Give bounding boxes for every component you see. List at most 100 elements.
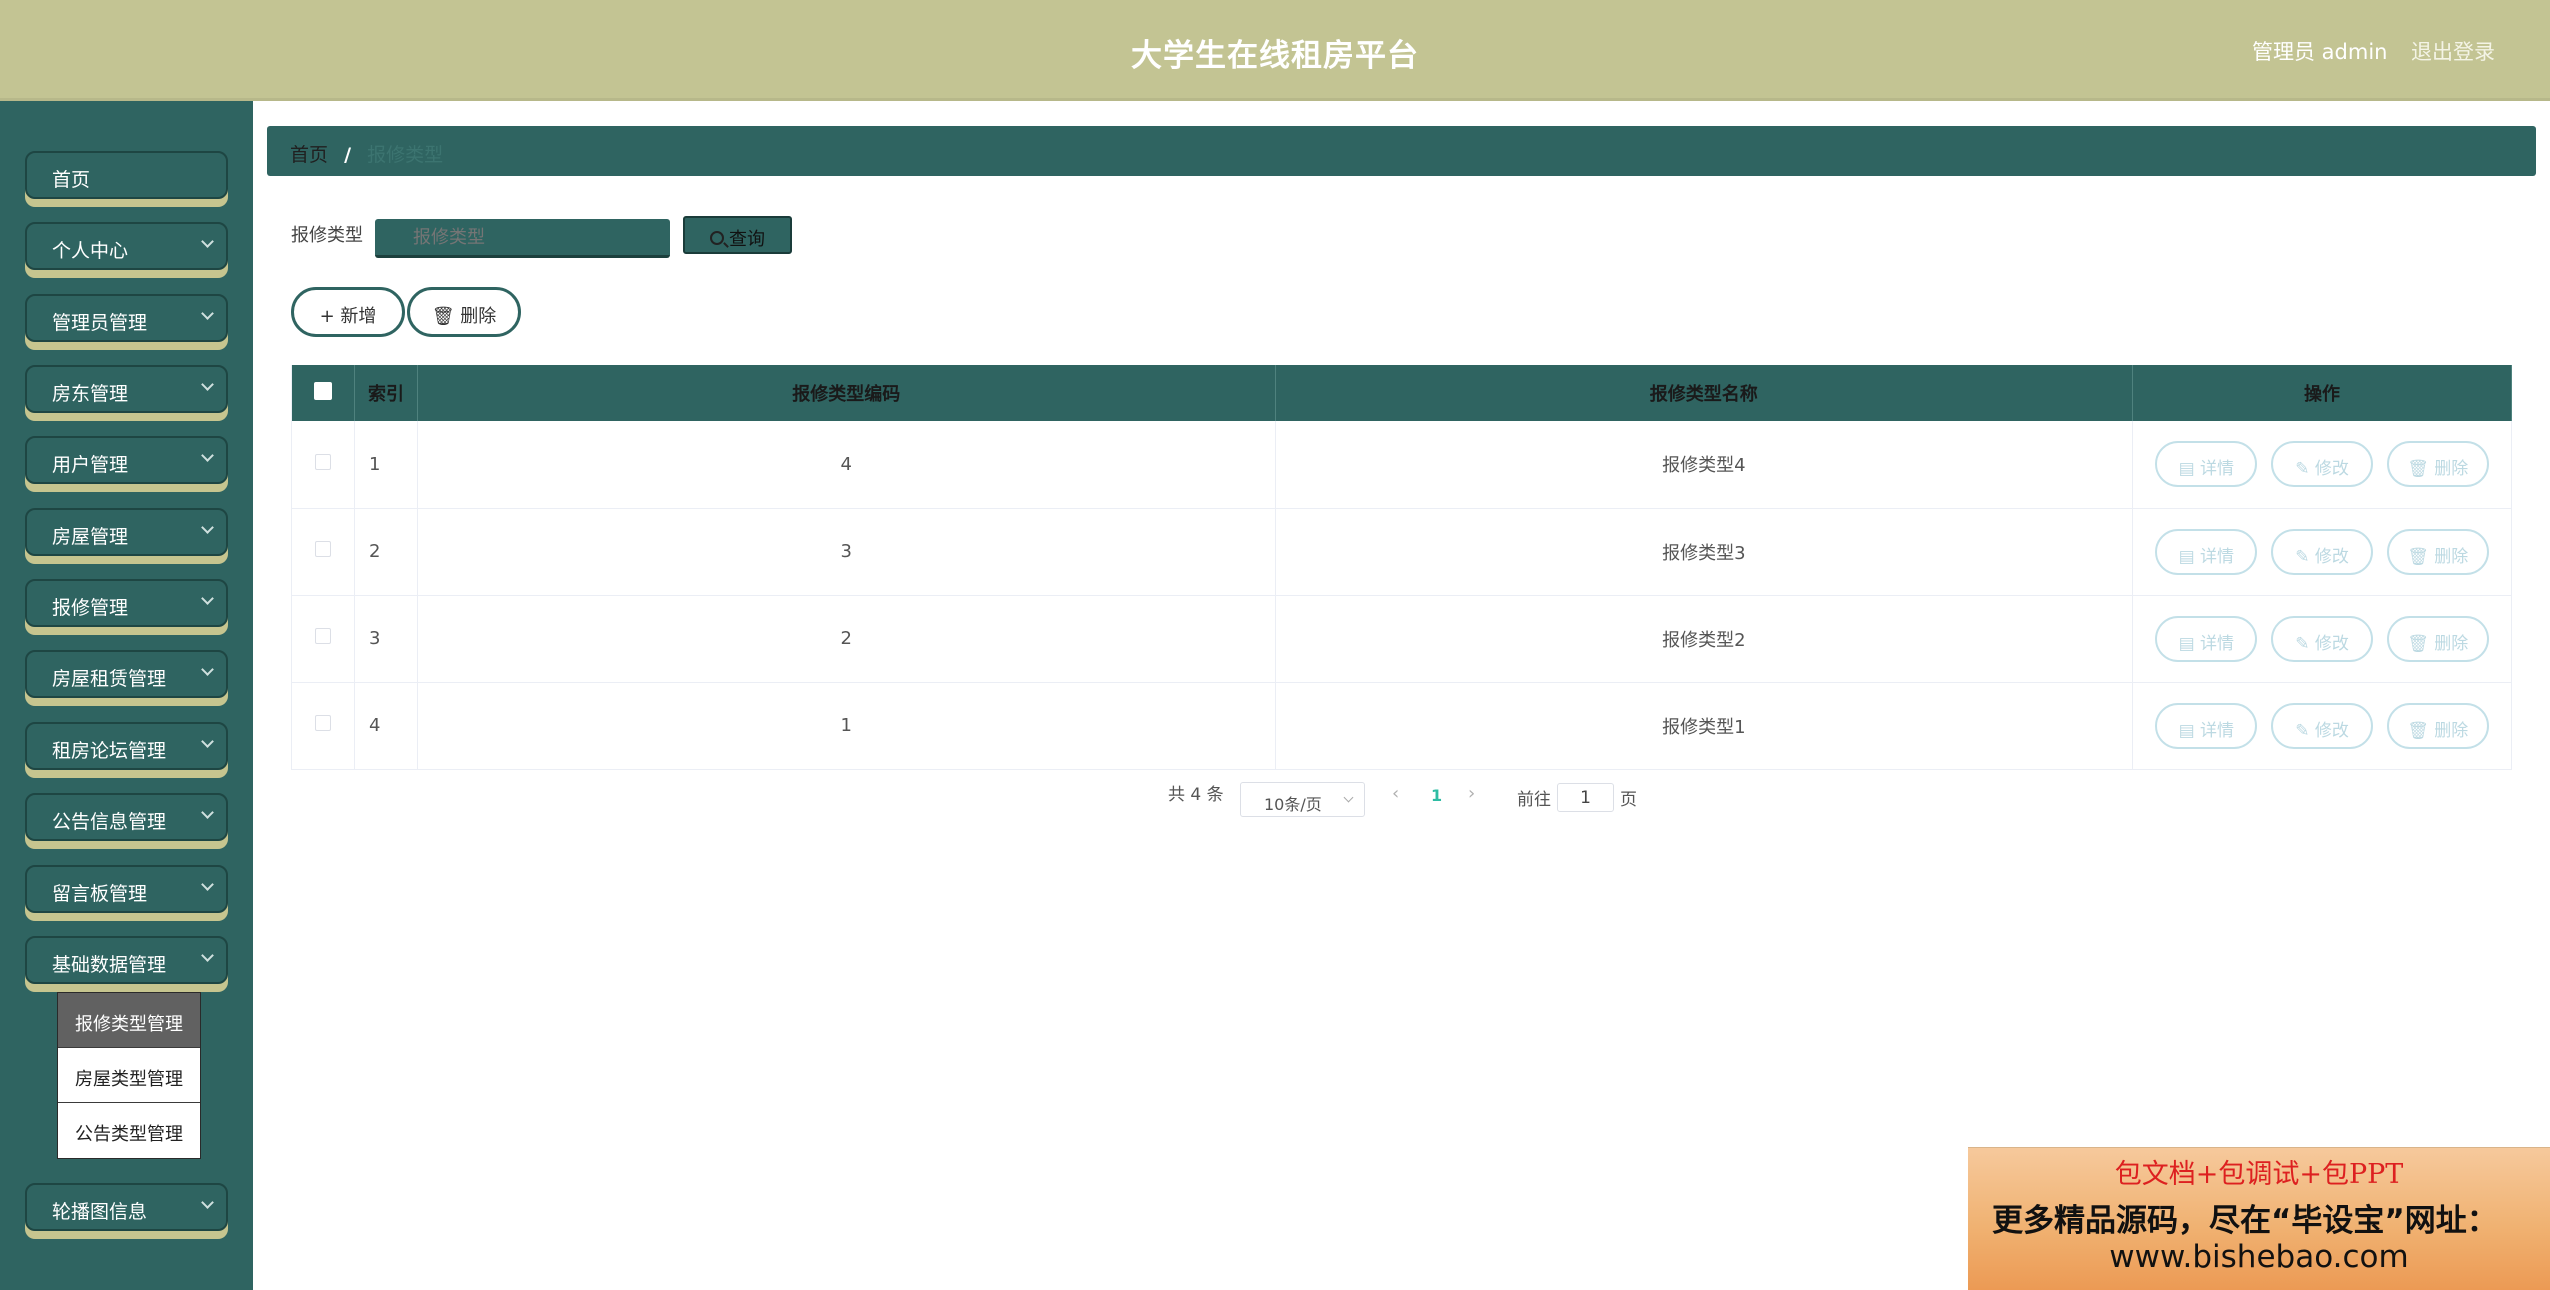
- page-number-current[interactable]: 1: [1431, 786, 1442, 805]
- detail-button[interactable]: ▤ 详情: [2155, 702, 2258, 749]
- add-button-label: 新增: [340, 306, 377, 327]
- cell-name: 报修类型4: [1275, 421, 2134, 509]
- sidebar-item-label: 首页: [52, 169, 91, 191]
- repair-type-table: 索引 报修类型编码 报修类型名称 操作 1 4 报修类型4 ▤ 详情 ✎ 修改 …: [291, 365, 2512, 770]
- row-select-cell: [291, 682, 355, 770]
- delete-button[interactable]: 🗑 删除: [2386, 528, 2489, 575]
- sidebar-item-repair-management[interactable]: 报修管理: [25, 579, 228, 627]
- sidebar-item-user-management[interactable]: 用户管理: [25, 436, 228, 484]
- sidebar-item-basic-data[interactable]: 基础数据管理: [25, 936, 228, 984]
- breadcrumb: 首页 / 报修类型: [267, 126, 2536, 176]
- delete-button-label: 删除: [2434, 720, 2469, 741]
- cell-index: 4: [354, 682, 418, 770]
- document-icon: ▤: [2178, 459, 2201, 480]
- sidebar-item-message-board[interactable]: 留言板管理: [25, 865, 228, 913]
- row-checkbox[interactable]: [314, 541, 331, 557]
- edit-button[interactable]: ✎ 修改: [2271, 615, 2374, 662]
- row-select-cell: [291, 508, 355, 596]
- sidebar-item-label: 管理员管理: [52, 312, 148, 334]
- cell-code: 1: [417, 682, 1276, 770]
- sidebar-item-label: 房屋租赁管理: [52, 668, 167, 690]
- delete-button-label: 删除: [2434, 459, 2469, 480]
- sidebar-item-personal-center[interactable]: 个人中心: [25, 222, 228, 270]
- table-header-row: 索引 报修类型编码 报修类型名称 操作: [291, 365, 2512, 421]
- search-button[interactable]: 查询: [683, 216, 792, 254]
- edit-button-label: 修改: [2314, 546, 2349, 567]
- detail-button[interactable]: ▤ 详情: [2155, 441, 2258, 488]
- trash-icon: 🗑: [2407, 720, 2435, 741]
- submenu-item-notice-type[interactable]: 公告类型管理: [58, 1103, 200, 1158]
- select-all-checkbox[interactable]: [313, 381, 332, 400]
- chevron-down-icon: [201, 878, 214, 891]
- app-title: 大学生在线租房平台: [1131, 38, 1419, 74]
- trash-icon: 🗑: [2407, 633, 2435, 654]
- cell-actions: ▤ 详情 ✎ 修改 🗑 删除: [2132, 595, 2512, 683]
- logout-link[interactable]: 退出登录: [2411, 36, 2495, 66]
- edit-button[interactable]: ✎ 修改: [2271, 528, 2374, 575]
- breadcrumb-current: 报修类型: [367, 144, 444, 166]
- sidebar-item-home[interactable]: 首页: [25, 151, 228, 199]
- search-icon: [710, 231, 724, 245]
- search-input[interactable]: [375, 219, 670, 258]
- edit-button[interactable]: ✎ 修改: [2271, 441, 2374, 488]
- chevron-down-icon: [201, 735, 214, 748]
- cell-actions: ▤ 详情 ✎ 修改 🗑 删除: [2132, 508, 2512, 596]
- submenu-item-repair-type[interactable]: 报修类型管理: [58, 993, 200, 1048]
- chevron-down-icon: [201, 521, 214, 534]
- sidebar-item-label: 个人中心: [52, 240, 129, 262]
- delete-button[interactable]: 🗑 删除: [2386, 702, 2489, 749]
- trash-icon: 🗑: [431, 306, 455, 327]
- basic-data-submenu: 报修类型管理 房屋类型管理 公告类型管理: [58, 993, 200, 1158]
- ad-banner: 包文档+包调试+包PPT 更多精品源码，尽在“毕设宝”网址： www.bishe…: [1968, 1147, 2550, 1290]
- row-checkbox[interactable]: [314, 628, 331, 644]
- document-icon: ▤: [2178, 720, 2201, 741]
- bulk-delete-button[interactable]: 🗑 删除: [407, 287, 521, 337]
- detail-button[interactable]: ▤ 详情: [2155, 528, 2258, 575]
- column-header-name: 报修类型名称: [1275, 365, 2134, 421]
- search-label: 报修类型: [291, 225, 363, 246]
- pencil-icon: ✎: [2295, 633, 2315, 654]
- breadcrumb-home-link[interactable]: 首页: [290, 144, 328, 166]
- chevron-down-icon: [1343, 792, 1354, 803]
- bulk-delete-button-label: 删除: [460, 306, 497, 327]
- column-header-actions: 操作: [2132, 365, 2512, 421]
- sidebar-item-notice-management[interactable]: 公告信息管理: [25, 793, 228, 841]
- sidebar-item-landlord-management[interactable]: 房东管理: [25, 365, 228, 413]
- trash-icon: 🗑: [2407, 546, 2435, 567]
- row-checkbox[interactable]: [314, 453, 331, 470]
- detail-button[interactable]: ▤ 详情: [2155, 615, 2258, 662]
- sidebar-item-house-management[interactable]: 房屋管理: [25, 508, 228, 556]
- edit-button[interactable]: ✎ 修改: [2271, 702, 2374, 749]
- delete-button[interactable]: 🗑 删除: [2386, 441, 2489, 488]
- delete-button[interactable]: 🗑 删除: [2386, 615, 2489, 662]
- cell-index: 1: [354, 421, 418, 509]
- page-size-select[interactable]: 10条/页: [1240, 782, 1365, 817]
- next-page-button[interactable]: ›: [1468, 783, 1475, 804]
- sidebar-item-admin-management[interactable]: 管理员管理: [25, 294, 228, 342]
- cell-index: 2: [354, 508, 418, 596]
- pencil-icon: ✎: [2295, 459, 2315, 480]
- sidebar-item-carousel[interactable]: 轮播图信息: [25, 1183, 228, 1231]
- goto-page-input[interactable]: [1557, 783, 1614, 812]
- select-all-cell: [291, 365, 355, 421]
- page-size-value: 10条/页: [1264, 795, 1322, 814]
- sidebar-item-forum-management[interactable]: 租房论坛管理: [25, 722, 228, 770]
- submenu-item-house-type[interactable]: 房屋类型管理: [58, 1048, 200, 1103]
- detail-button-label: 详情: [2200, 720, 2235, 741]
- cell-actions: ▤ 详情 ✎ 修改 🗑 删除: [2132, 421, 2512, 509]
- chevron-down-icon: [201, 663, 214, 676]
- row-select-cell: [291, 421, 355, 509]
- add-button[interactable]: + 新增: [291, 287, 405, 337]
- cell-code: 3: [417, 508, 1276, 596]
- sidebar-item-label: 用户管理: [52, 454, 129, 476]
- row-checkbox[interactable]: [314, 715, 331, 731]
- chevron-down-icon: [201, 806, 214, 819]
- column-header-index: 索引: [354, 365, 418, 421]
- plus-icon: +: [319, 306, 335, 327]
- cell-actions: ▤ 详情 ✎ 修改 🗑 删除: [2132, 682, 2512, 770]
- column-header-code: 报修类型编码: [417, 365, 1276, 421]
- sidebar-item-rental-management[interactable]: 房屋租赁管理: [25, 650, 228, 698]
- edit-button-label: 修改: [2314, 720, 2349, 741]
- table-row: 4 1 报修类型1 ▤ 详情 ✎ 修改 🗑 删除: [291, 682, 2512, 770]
- prev-page-button[interactable]: ‹: [1392, 783, 1399, 804]
